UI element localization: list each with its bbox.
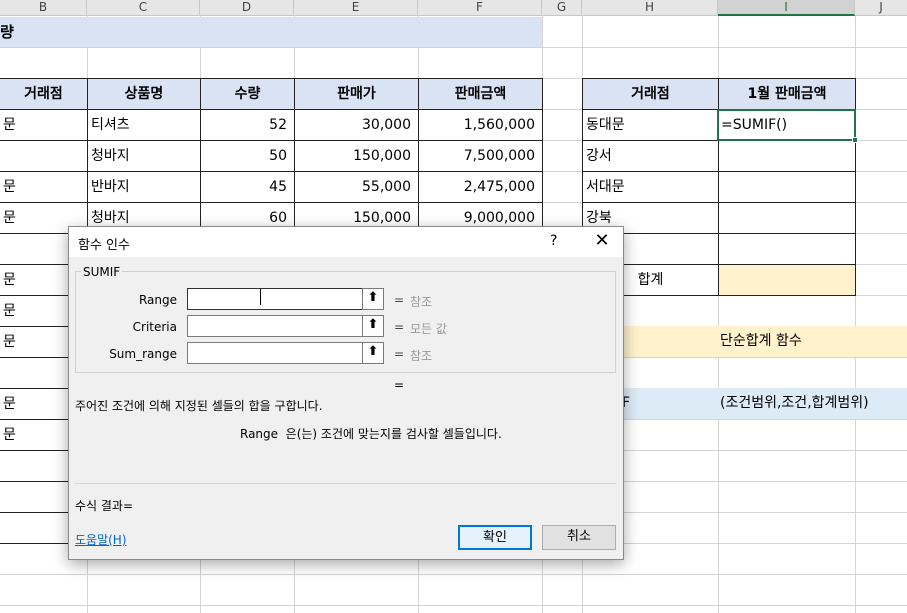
table-cell-qty[interactable]: 45 <box>200 171 295 203</box>
col-header-h[interactable]: H <box>582 0 718 16</box>
arg-label-range: Range <box>138 293 177 307</box>
function-arguments-dialog[interactable]: 함수 인수 ? ✕ SUMIF Range ⬆ = 참조 Criteria ⬆ … <box>68 226 624 560</box>
table-cell-product[interactable]: 청바지 <box>87 140 201 172</box>
title-banner <box>0 17 542 47</box>
function-description: 주어진 조건에 의해 지정된 셀들의 합을 구합니다. <box>75 399 323 413</box>
arg-hint-sum-range: 참조 <box>410 349 433 363</box>
collapse-dialog-icon[interactable]: ⬆ <box>362 288 384 310</box>
summary-amount-cell[interactable] <box>718 233 856 265</box>
collapse-dialog-icon[interactable]: ⬆ <box>362 315 384 337</box>
col-header-b[interactable]: B <box>0 0 87 16</box>
collapse-dialog-icon[interactable]: ⬆ <box>362 342 384 364</box>
dialog-titlebar[interactable]: 함수 인수 ? ✕ <box>69 227 623 257</box>
sum-range-input[interactable] <box>187 342 363 364</box>
argument-description: Range 은(는) 조건에 맞는지를 검사할 셀들입니다. <box>240 427 502 441</box>
arg-hint-criteria: 모든 값 <box>410 322 447 336</box>
arg-hint-range: 참조 <box>410 295 433 309</box>
close-icon[interactable]: ✕ <box>591 230 613 251</box>
fill-handle[interactable] <box>852 137 858 143</box>
cancel-button[interactable]: 취소 <box>542 525 616 550</box>
summary-total-value[interactable] <box>718 264 856 296</box>
summary-amount-cell[interactable] <box>718 140 856 172</box>
summary-store-cell[interactable]: 서대문 <box>582 171 719 203</box>
col-header-g[interactable]: G <box>542 0 582 16</box>
header-product[interactable]: 상품명 <box>87 78 201 110</box>
header-qty[interactable]: 수량 <box>200 78 295 110</box>
table-cell-amount[interactable]: 7,500,000 <box>418 140 543 172</box>
text-caret <box>260 289 261 305</box>
summary-store-cell[interactable]: 강서 <box>582 140 719 172</box>
formula-result-label: 수식 결과= <box>75 499 134 513</box>
arg-equals: = <box>394 347 405 361</box>
note-syntax[interactable]: (조건범위,조건,합계범위) <box>720 388 869 419</box>
table-cell-amount[interactable]: 1,560,000 <box>418 109 543 141</box>
table-cell-amount[interactable]: 2,475,000 <box>418 171 543 203</box>
summary-amount-cell[interactable] <box>718 202 856 234</box>
header-amount[interactable]: 판매금액 <box>418 78 543 110</box>
col-header-d[interactable]: D <box>200 0 294 16</box>
function-result-equals: = <box>394 378 405 392</box>
col-header-e[interactable]: E <box>294 0 418 16</box>
table-cell-price[interactable]: 30,000 <box>294 109 419 141</box>
summary-header-store[interactable]: 거래점 <box>582 78 719 110</box>
table-cell-store[interactable]: 문 <box>0 109 88 141</box>
summary-amount-cell[interactable] <box>718 171 856 203</box>
col-header-j[interactable]: J <box>855 0 907 16</box>
table-cell-price[interactable]: 150,000 <box>294 140 419 172</box>
table-cell-store[interactable] <box>0 140 88 172</box>
table-cell-price[interactable]: 55,000 <box>294 171 419 203</box>
arg-label-sum-range: Sum_range <box>109 347 177 361</box>
col-header-c[interactable]: C <box>87 0 200 16</box>
table-cell-qty[interactable]: 50 <box>200 140 295 172</box>
note-simple-sum[interactable]: 단순합계 함수 <box>720 326 802 357</box>
range-input[interactable] <box>187 288 363 310</box>
header-price[interactable]: 판매가 <box>294 78 419 110</box>
dialog-separator <box>75 483 616 484</box>
arg-equals: = <box>394 293 405 307</box>
table-cell-product[interactable]: 반바지 <box>87 171 201 203</box>
table-cell-qty[interactable]: 52 <box>200 109 295 141</box>
col-header-f[interactable]: F <box>418 0 542 16</box>
sheet-title: 량 <box>0 23 14 41</box>
ok-button[interactable]: 확인 <box>458 525 532 550</box>
arg-label-criteria: Criteria <box>132 320 177 334</box>
summary-header-amount[interactable]: 1월 판매금액 <box>718 78 856 110</box>
header-store[interactable]: 거래점 <box>0 78 88 110</box>
arg-equals: = <box>394 320 405 334</box>
help-icon[interactable]: ? <box>550 233 557 249</box>
col-header-i[interactable]: I <box>718 0 855 16</box>
summary-store-cell[interactable]: 동대문 <box>582 109 719 141</box>
function-name: SUMIF <box>81 265 123 279</box>
table-cell-store[interactable]: 문 <box>0 171 88 203</box>
table-cell-product[interactable]: 티셔츠 <box>87 109 201 141</box>
column-header-bar: B C D E F G H I J <box>0 0 907 16</box>
active-cell[interactable]: =SUMIF() <box>717 109 856 141</box>
criteria-input[interactable] <box>187 315 363 337</box>
formula-text: =SUMIF() <box>721 117 788 133</box>
help-link[interactable]: 도움말(H) <box>75 531 127 548</box>
dialog-title: 함수 인수 <box>78 238 130 253</box>
